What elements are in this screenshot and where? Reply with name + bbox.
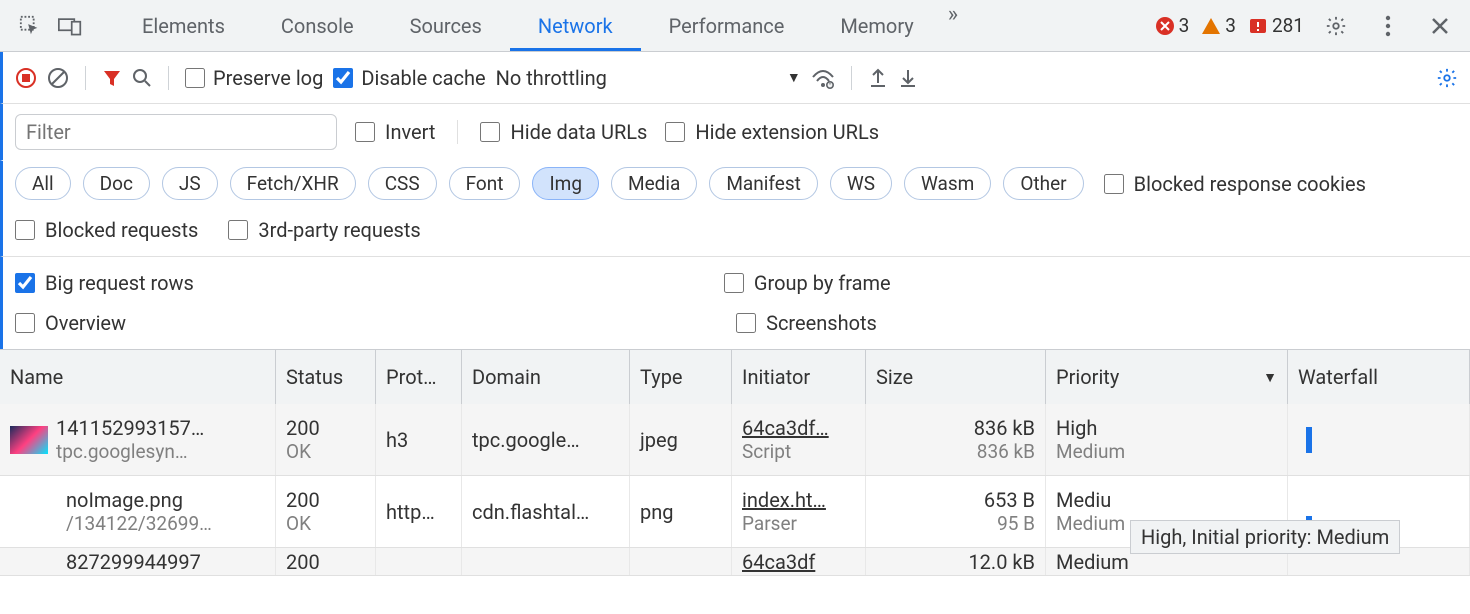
clear-button-icon[interactable] <box>47 67 69 89</box>
table-header: Name Status Prot… Domain Type Initiator … <box>0 350 1470 404</box>
pill-js[interactable]: JS <box>162 167 218 200</box>
screenshots-checkbox[interactable]: Screenshots <box>736 311 877 335</box>
download-har-icon[interactable] <box>898 67 918 89</box>
resource-type-filter: All Doc JS Fetch/XHR CSS Font Img Media … <box>0 161 1470 210</box>
col-protocol[interactable]: Prot… <box>376 350 462 404</box>
third-party-checkbox[interactable]: 3rd-party requests <box>228 218 420 242</box>
hide-extension-urls-checkbox[interactable]: Hide extension URLs <box>665 120 879 144</box>
upload-har-icon[interactable] <box>868 67 888 89</box>
error-count-value: 3 <box>1179 14 1190 37</box>
tab-performance[interactable]: Performance <box>641 2 813 50</box>
pill-img[interactable]: Img <box>532 167 599 200</box>
filter-bar: Invert Hide data URLs Hide extension URL… <box>0 104 1470 161</box>
throttling-select[interactable]: No throttling ▼ <box>496 66 801 90</box>
search-icon[interactable] <box>132 68 152 88</box>
overview-checkbox[interactable]: Overview <box>15 311 126 335</box>
blocked-cookies-checkbox[interactable]: Blocked response cookies <box>1104 172 1366 196</box>
waterfall-bar <box>1306 427 1312 453</box>
pill-wasm[interactable]: Wasm <box>904 167 991 200</box>
waterfall-bar <box>1306 516 1312 520</box>
filter-icon[interactable] <box>102 68 122 88</box>
col-initiator[interactable]: Initiator <box>732 350 866 404</box>
network-conditions-icon[interactable] <box>811 67 835 89</box>
filter-checkrow: Blocked requests 3rd-party requests <box>0 210 1470 256</box>
warning-count-value: 3 <box>1225 14 1236 37</box>
panel-settings-gear-icon[interactable] <box>1436 67 1458 89</box>
tab-sources[interactable]: Sources <box>382 2 510 50</box>
issues-count[interactable]: 281 <box>1248 14 1304 37</box>
devtools-tab-strip: Elements Console Sources Network Perform… <box>0 0 1470 52</box>
settings-gear-icon[interactable] <box>1316 6 1356 46</box>
pill-doc[interactable]: Doc <box>83 167 150 200</box>
more-tabs-icon[interactable]: » <box>948 2 958 50</box>
preserve-log-checkbox[interactable]: Preserve log <box>185 66 323 90</box>
close-icon[interactable] <box>1420 6 1460 46</box>
filter-input[interactable] <box>15 114 337 150</box>
pill-fetch-xhr[interactable]: Fetch/XHR <box>230 167 356 200</box>
inspect-element-icon[interactable] <box>10 6 50 46</box>
invert-checkbox[interactable]: Invert <box>355 120 435 144</box>
tab-memory[interactable]: Memory <box>812 2 941 50</box>
initiator-link[interactable]: 64ca3df… <box>742 416 855 440</box>
pill-media[interactable]: Media <box>611 167 697 200</box>
disable-cache-checkbox[interactable]: Disable cache <box>333 66 485 90</box>
kebab-menu-icon[interactable] <box>1368 6 1408 46</box>
network-toolbar: Preserve log Disable cache No throttling… <box>0 52 1470 104</box>
warning-count[interactable]: 3 <box>1201 14 1236 37</box>
col-status[interactable]: Status <box>276 350 376 404</box>
device-toggle-icon[interactable] <box>50 6 90 46</box>
col-priority[interactable]: Priority <box>1046 350 1288 404</box>
chevron-down-icon: ▼ <box>787 69 801 86</box>
pill-ws[interactable]: WS <box>830 167 892 200</box>
error-count[interactable]: 3 <box>1155 14 1190 37</box>
col-size[interactable]: Size <box>866 350 1046 404</box>
record-button-icon[interactable] <box>15 67 37 89</box>
pill-css[interactable]: CSS <box>368 167 437 200</box>
issues-count-value: 281 <box>1272 14 1304 37</box>
col-waterfall[interactable]: Waterfall <box>1288 350 1470 404</box>
panel-tabs: Elements Console Sources Network Perform… <box>114 2 958 50</box>
priority-tooltip: High, Initial priority: Medium <box>1130 520 1400 554</box>
pill-other[interactable]: Other <box>1003 167 1083 200</box>
thumbnail-icon <box>10 426 48 454</box>
settings-checkrow-2: Overview Screenshots <box>0 303 1470 349</box>
settings-checkrow-1: Big request rows Group by frame <box>0 256 1470 303</box>
table-row[interactable]: 141152993157…tpc.googlesyn… 200OK h3 tpc… <box>0 404 1470 476</box>
tab-console[interactable]: Console <box>253 2 382 50</box>
initiator-link[interactable]: 64ca3df <box>742 550 855 574</box>
blocked-requests-checkbox[interactable]: Blocked requests <box>15 218 198 242</box>
col-name[interactable]: Name <box>0 350 276 404</box>
group-by-frame-checkbox[interactable]: Group by frame <box>724 271 891 295</box>
tab-elements[interactable]: Elements <box>114 2 253 50</box>
col-domain[interactable]: Domain <box>462 350 630 404</box>
pill-all[interactable]: All <box>15 167 71 200</box>
pill-manifest[interactable]: Manifest <box>709 167 818 200</box>
initiator-link[interactable]: index.ht… <box>742 488 855 512</box>
col-type[interactable]: Type <box>630 350 732 404</box>
tab-network[interactable]: Network <box>510 2 641 50</box>
hide-data-urls-checkbox[interactable]: Hide data URLs <box>480 120 647 144</box>
big-request-rows-checkbox[interactable]: Big request rows <box>15 271 194 295</box>
pill-font[interactable]: Font <box>449 167 521 200</box>
